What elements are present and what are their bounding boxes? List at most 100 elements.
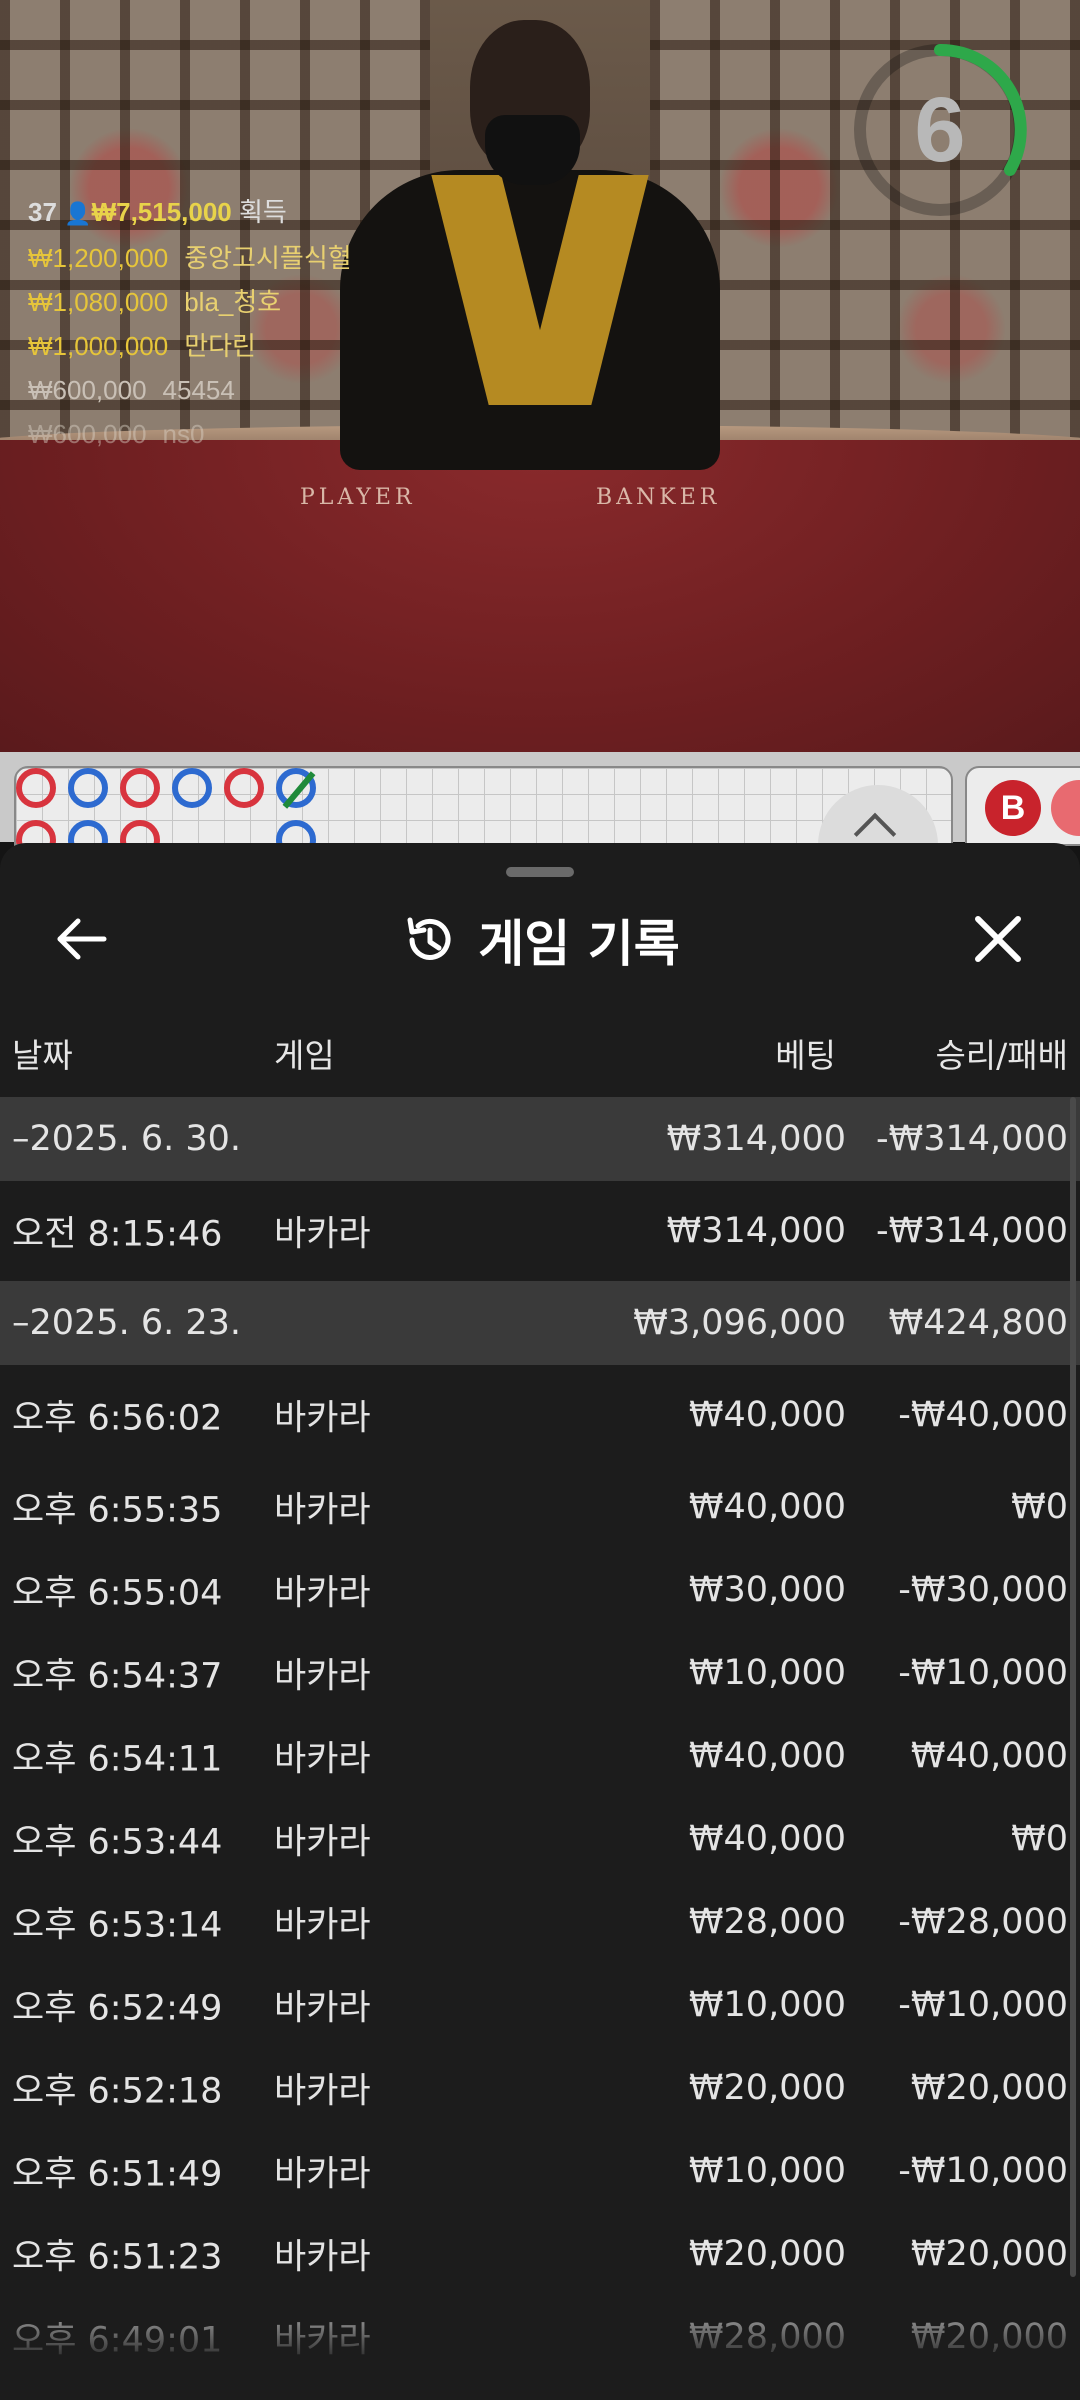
- winner-row: ₩1,080,000 bla_청호: [28, 280, 352, 324]
- banker-predict-panel[interactable]: B: [965, 766, 1080, 846]
- row-date: 오후 6:49:01: [12, 2320, 223, 2360]
- row-bet: ₩10,000: [688, 1984, 846, 2025]
- row-bet: ₩314,000: [666, 1119, 846, 1159]
- row-date: 오후 6:52:18: [12, 2071, 223, 2111]
- row-winloss: ₩424,800: [888, 1303, 1068, 1343]
- row-winloss: -₩40,000: [898, 1395, 1068, 1435]
- table-row[interactable]: 오후 6:51:49 바카라 ₩10,000 -₩10,000: [0, 2129, 1080, 2212]
- row-game: 바카라: [274, 1822, 371, 1862]
- table-row[interactable]: 오후 6:54:11 바카라 ₩40,000 ₩40,000: [0, 1714, 1080, 1797]
- row-game: 바카라: [274, 2154, 371, 2194]
- winner-name: bla_청호: [184, 287, 282, 317]
- column-header-bet: 베팅: [775, 1036, 836, 1075]
- row-date: 오후 6:55:04: [12, 1573, 223, 1613]
- row-winloss: ₩20,000: [910, 2233, 1068, 2274]
- row-bet: ₩10,000: [688, 2150, 846, 2191]
- table-row[interactable]: 오후 6:53:44 바카라 ₩40,000 ₩0: [0, 1797, 1080, 1880]
- row-winloss: -₩30,000: [898, 1569, 1068, 1610]
- winner-amount: ₩600,000: [28, 375, 147, 405]
- date-group-row[interactable]: –2025. 6. 23. ₩3,096,000 ₩424,800: [0, 1281, 1080, 1365]
- banker-chip-alt: [1051, 780, 1080, 836]
- row-winloss: ₩0: [1011, 1486, 1068, 1527]
- close-button[interactable]: [968, 909, 1028, 969]
- winner-row: ₩1,200,000 중앙고시플식혈: [28, 236, 352, 280]
- bead-road[interactable]: [14, 766, 953, 846]
- table-row[interactable]: 오후 6:52:49 바카라 ₩10,000 -₩10,000: [0, 1963, 1080, 2046]
- winners-label: 획득: [239, 197, 287, 227]
- winner-row: ₩1,000,000 만다린: [28, 324, 352, 368]
- row-date: 오후 6:53:14: [12, 1905, 223, 1945]
- sheet-drag-handle[interactable]: [506, 867, 574, 877]
- table-label-player: PLAYER: [300, 485, 416, 510]
- row-winloss: ₩40,000: [910, 1735, 1068, 1776]
- row-bet: ₩40,000: [688, 1735, 846, 1776]
- game-history-sheet: 게임 기록 날짜 게임 베팅 승리/패배 –2025. 6. 30. ₩314,…: [0, 843, 1080, 2400]
- table-label-banker: BANKER: [596, 485, 721, 510]
- history-table[interactable]: –2025. 6. 30. ₩314,000 -₩314,000 오전 8:15…: [0, 1097, 1080, 2378]
- user-icon: 👤: [64, 201, 92, 226]
- live-video-stream: PLAYER BANKER 6 37 👤₩7,515,000 획득 ₩1,200…: [0, 0, 1080, 752]
- winner-amount: ₩1,000,000: [28, 331, 169, 361]
- history-icon: [407, 917, 451, 960]
- row-bet: ₩40,000: [688, 1395, 846, 1435]
- row-date: –2025. 6. 23.: [12, 1303, 242, 1343]
- winner-amount: ₩1,080,000: [28, 287, 169, 317]
- table-row[interactable]: 오후 6:55:04 바카라 ₩30,000 -₩30,000: [0, 1548, 1080, 1631]
- row-bet: ₩314,000: [666, 1211, 846, 1251]
- table-row[interactable]: 오전 8:15:46 바카라 ₩314,000 -₩314,000: [0, 1181, 1080, 1281]
- winner-amount: ₩1,200,000: [28, 243, 169, 273]
- row-game: 바카라: [274, 2071, 371, 2111]
- winner-row: ₩600,000 ns0: [28, 412, 352, 456]
- page-title: 게임 기록: [478, 915, 680, 973]
- winner-amount: ₩600,000: [28, 419, 147, 449]
- winners-list: 37 👤₩7,515,000 획득 ₩1,200,000 중앙고시플식혈 ₩1,0…: [28, 190, 352, 456]
- table-row[interactable]: 오후 6:51:23 바카라 ₩20,000 ₩20,000: [0, 2212, 1080, 2295]
- row-game: 바카라: [274, 1988, 371, 2028]
- table-row[interactable]: 오후 6:56:02 바카라 ₩40,000 -₩40,000: [0, 1365, 1080, 1465]
- table-row[interactable]: 오후 6:55:35 바카라 ₩40,000 ₩0: [0, 1465, 1080, 1548]
- date-group-row[interactable]: –2025. 6. 30. ₩314,000 -₩314,000: [0, 1097, 1080, 1181]
- row-bet: ₩40,000: [688, 1818, 846, 1859]
- bead-red: [16, 768, 56, 808]
- row-game: 바카라: [274, 1490, 371, 1530]
- row-winloss: -₩314,000: [876, 1211, 1068, 1251]
- bead-blue: [68, 768, 108, 808]
- table-row[interactable]: 오후 6:49:01 바카라 ₩28,000 ₩20,000: [0, 2295, 1080, 2378]
- row-bet: ₩28,000: [688, 2316, 846, 2357]
- row-bet: ₩28,000: [688, 1901, 846, 1942]
- row-game: 바카라: [274, 1398, 371, 1439]
- bead-blue: [172, 768, 212, 808]
- table-header: 날짜 게임 베팅 승리/패배: [0, 1029, 1080, 1085]
- row-bet: ₩3,096,000: [633, 1303, 846, 1343]
- row-bet: ₩30,000: [688, 1569, 846, 1610]
- row-winloss: -₩28,000: [898, 1901, 1068, 1942]
- table-row[interactable]: 오후 6:52:18 바카라 ₩20,000 ₩20,000: [0, 2046, 1080, 2129]
- winners-header: 37 👤₩7,515,000 획득: [28, 190, 352, 236]
- row-game: 바카라: [274, 1656, 371, 1696]
- row-winloss: -₩10,000: [898, 1652, 1068, 1693]
- row-date: 오전 8:15:46: [12, 1214, 223, 1255]
- row-bet: ₩20,000: [688, 2233, 846, 2274]
- row-date: 오후 6:53:44: [12, 1822, 223, 1862]
- row-date: 오후 6:51:49: [12, 2154, 223, 2194]
- row-game: 바카라: [274, 1739, 371, 1779]
- winner-name: ns0: [162, 419, 205, 449]
- table-row[interactable]: 오후 6:53:14 바카라 ₩28,000 -₩28,000: [0, 1880, 1080, 1963]
- table-row[interactable]: 오후 6:54:37 바카라 ₩10,000 -₩10,000: [0, 1631, 1080, 1714]
- row-game: 바카라: [274, 1905, 371, 1945]
- countdown-timer: 6: [850, 40, 1030, 220]
- row-bet: ₩10,000: [688, 1652, 846, 1693]
- timer-value: 6: [914, 78, 966, 181]
- bead-blue-tie: [276, 768, 316, 809]
- row-winloss: ₩0: [1011, 1818, 1068, 1859]
- sheet-header: 게임 기록: [0, 905, 1080, 975]
- row-date: 오후 6:51:23: [12, 2237, 223, 2277]
- bead-red: [224, 768, 264, 808]
- row-date: 오후 6:56:02: [12, 1398, 223, 1439]
- baccarat-table: [0, 440, 1080, 752]
- row-date: –2025. 6. 30.: [12, 1119, 242, 1159]
- dealer: [300, 0, 740, 470]
- scrollbar[interactable]: [1070, 1097, 1076, 2277]
- winner-name: 중앙고시플식혈: [184, 243, 352, 273]
- close-icon: [975, 916, 1021, 962]
